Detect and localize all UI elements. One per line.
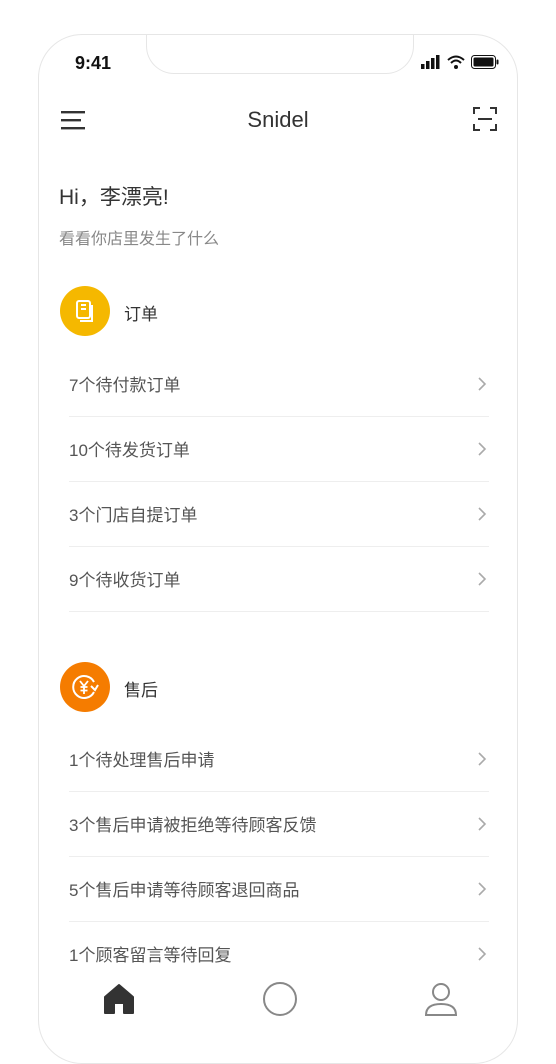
signal-icon <box>421 55 440 69</box>
list-item[interactable]: 9个待收货订单 <box>69 547 489 612</box>
orders-title: 订单 <box>124 305 158 324</box>
home-icon[interactable] <box>99 979 139 1019</box>
after-sales-title: 售后 <box>124 681 158 700</box>
list-item[interactable]: 10个待发货订单 <box>69 417 489 482</box>
tab-bar <box>39 979 517 1029</box>
chevron-right-icon <box>478 882 487 896</box>
list-item[interactable]: 5个售后申请等待顾客退回商品 <box>69 857 489 922</box>
battery-icon <box>471 55 499 69</box>
list-item-label: 3个门店自提订单 <box>69 506 198 525</box>
phone-frame: 9:41 Snidel Hi，李漂亮! 看看你店里发生了什么 订单 7个待付款订… <box>38 34 518 1064</box>
list-item-label: 7个待付款订单 <box>69 376 181 395</box>
list-item-label: 1个待处理售后申请 <box>69 751 215 770</box>
scan-icon[interactable] <box>473 107 497 131</box>
profile-icon[interactable] <box>421 979 461 1019</box>
list-item-label: 5个售后申请等待顾客退回商品 <box>69 881 300 900</box>
greeting-subtitle: 看看你店里发生了什么 <box>59 231 220 248</box>
orders-section: 订单 7个待付款订单 10个待发货订单 3个门店自提订单 9个待收货订单 <box>39 286 517 612</box>
list-item-label: 3个售后申请被拒绝等待顾客反馈 <box>69 816 317 835</box>
list-item[interactable]: 1个顾客留言等待回复 <box>69 922 489 987</box>
after-sales-section: 售后 1个待处理售后申请 3个售后申请被拒绝等待顾客反馈 5个售后申请等待顾客退… <box>39 662 517 965</box>
greeting-title: Hi，李漂亮! <box>59 186 169 209</box>
status-icons <box>421 55 499 69</box>
wifi-icon <box>447 55 465 69</box>
yen-refund-icon <box>60 662 110 712</box>
chevron-right-icon <box>478 442 487 456</box>
order-document-icon <box>60 286 110 336</box>
list-item[interactable]: 1个待处理售后申请 <box>69 727 489 792</box>
chevron-right-icon <box>478 572 487 586</box>
orders-header: 订单 <box>39 286 517 338</box>
after-sales-list: 1个待处理售后申请 3个售后申请被拒绝等待顾客反馈 5个售后申请等待顾客退回商品… <box>69 727 489 987</box>
status-time: 9:41 <box>75 53 112 73</box>
list-item-label: 10个待发货订单 <box>69 441 190 460</box>
chevron-right-icon <box>478 377 487 391</box>
after-sales-header: 售后 <box>39 662 517 714</box>
list-item[interactable]: 3个售后申请被拒绝等待顾客反馈 <box>69 792 489 857</box>
notch <box>146 35 414 74</box>
list-item[interactable]: 3个门店自提订单 <box>69 482 489 547</box>
list-item-label: 1个顾客留言等待回复 <box>69 946 232 965</box>
chevron-right-icon <box>478 947 487 961</box>
page-title: Snidel <box>247 107 309 132</box>
list-item-label: 9个待收货订单 <box>69 571 181 590</box>
header: Snidel <box>39 101 517 141</box>
list-item[interactable]: 7个待付款订单 <box>69 352 489 417</box>
chevron-right-icon <box>478 507 487 521</box>
chevron-right-icon <box>478 817 487 831</box>
orders-list: 7个待付款订单 10个待发货订单 3个门店自提订单 9个待收货订单 <box>69 352 489 612</box>
circle-icon[interactable] <box>260 979 300 1019</box>
chevron-right-icon <box>478 752 487 766</box>
